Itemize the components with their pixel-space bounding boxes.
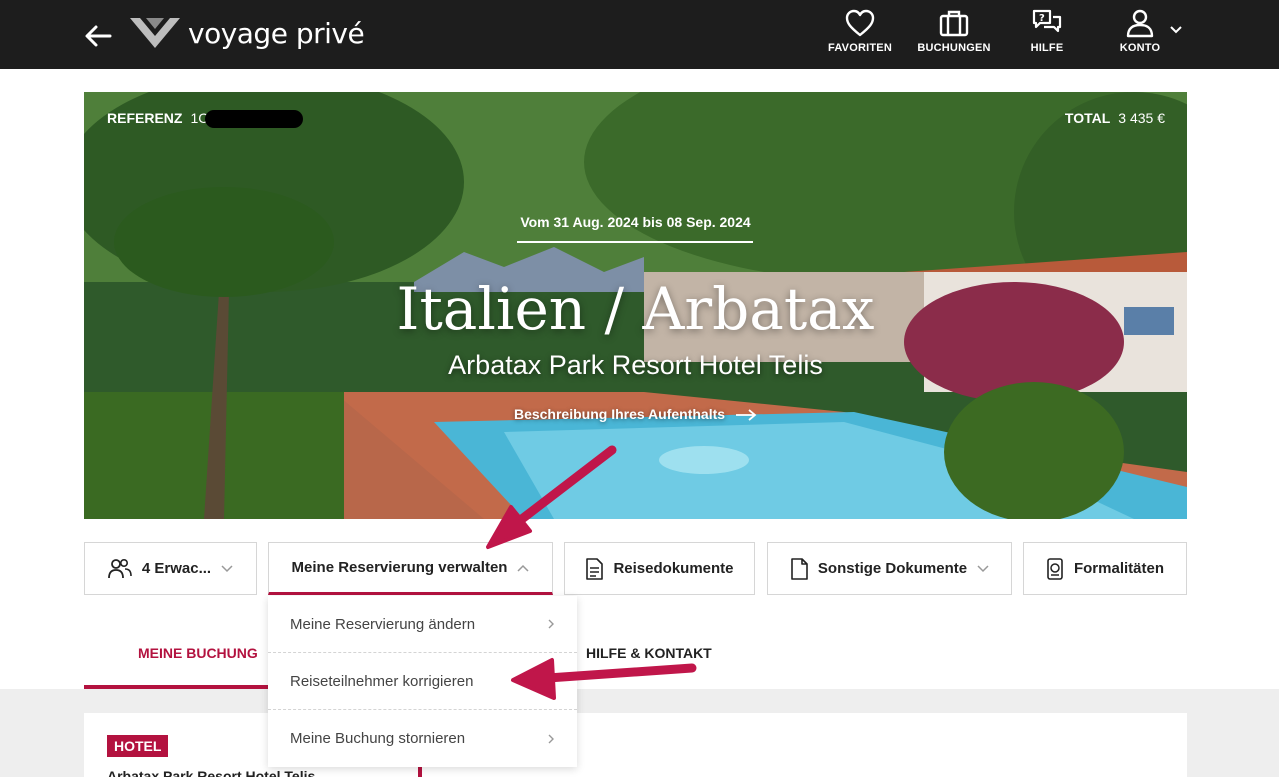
menu-item-change-reservation[interactable]: Meine Reservierung ändern	[268, 596, 577, 653]
hotel-name: Arbatax Park Resort Hotel Telis	[448, 350, 823, 380]
suitcase-icon	[939, 10, 969, 37]
nav-hilfe-label: HILFE	[1030, 42, 1064, 54]
menu-item-label: Reiseteilnehmer korrigieren	[290, 672, 474, 690]
nav-buchungen[interactable]: BUCHUNGEN	[909, 8, 999, 54]
card-hotel-title: Arbatax Park Resort Hotel Telis	[107, 768, 316, 777]
heart-icon	[845, 9, 875, 37]
logo-mark-icon	[130, 18, 180, 48]
reference-label: REFERENZ	[107, 110, 183, 126]
redaction-mask	[205, 110, 304, 129]
chevron-right-icon	[548, 734, 554, 743]
svg-text:?: ?	[1039, 13, 1045, 24]
other-documents-label: Sonstige Dokumente	[817, 560, 968, 577]
nav-buchungen-label: BUCHUNGEN	[917, 42, 991, 54]
total-label: TOTAL	[1064, 110, 1111, 126]
help-chat-icon: ?	[1032, 9, 1062, 33]
hero-banner: REFERENZ 1C TOTAL 3 435 € Vom 31 Aug. 2024…	[84, 92, 1187, 519]
tab-meine-buchung[interactable]: MEINE BUCHUNG	[138, 645, 258, 661]
chevron-down-icon[interactable]	[1169, 24, 1183, 36]
hotel-badge: HOTEL	[107, 735, 169, 757]
total-price: TOTAL 3 435 €	[1065, 110, 1165, 126]
menu-item-correct-travellers[interactable]: Reiseteilnehmer korrigieren	[268, 653, 577, 710]
nav-konto-label: KONTO	[1119, 42, 1161, 54]
user-icon	[1126, 9, 1154, 38]
chevron-up-icon	[517, 564, 529, 572]
formalities-button[interactable]: Formalitäten	[1023, 542, 1187, 595]
manage-reservation-menu: Meine Reservierung ändern Reiseteilnehme…	[268, 596, 577, 767]
travel-documents-button[interactable]: Reisedokumente	[564, 542, 755, 595]
logo-text: voyage privé	[188, 16, 365, 50]
file-icon	[791, 557, 808, 580]
travellers-label: 4 Erwac...	[141, 560, 212, 577]
nav-favoriten[interactable]: FAVORITEN	[815, 8, 905, 54]
stay-description-label: Beschreibung Ihres Aufenthalts	[513, 406, 726, 422]
travel-documents-label: Reisedokumente	[613, 560, 734, 577]
total-value: 3 435 €	[1118, 110, 1165, 126]
document-icon	[586, 557, 604, 580]
chevron-right-icon	[548, 619, 554, 629]
manage-reservation-dropdown[interactable]: Meine Reservierung verwalten	[268, 542, 553, 595]
other-documents-dropdown[interactable]: Sonstige Dokumente	[767, 542, 1012, 595]
passport-icon	[1047, 557, 1063, 580]
card-divider	[418, 767, 422, 777]
voyage-prive-logo[interactable]: voyage privé	[128, 16, 365, 50]
chevron-down-icon	[977, 564, 989, 572]
stay-description-link[interactable]: Beschreibung Ihres Aufenthalts	[84, 406, 1187, 422]
dates-divider	[517, 241, 753, 243]
menu-item-cancel-booking[interactable]: Meine Buchung stornieren	[268, 710, 577, 767]
tab-hilfe-kontakt[interactable]: HILFE & KONTAKT	[586, 645, 712, 661]
destination-title: Italien / Arbatax	[396, 275, 875, 343]
arrow-right-icon	[736, 409, 757, 421]
travellers-dropdown[interactable]: 4 Erwac...	[84, 542, 257, 595]
stay-dates: Vom 31 Aug. 2024 bis 08 Sep. 2024	[520, 214, 751, 230]
chevron-down-icon	[221, 564, 233, 572]
menu-item-label: Meine Reservierung ändern	[290, 615, 476, 633]
nav-favoriten-label: FAVORITEN	[828, 42, 892, 54]
top-navigation-bar: voyage privé FAVORITEN BUCHUNGEN ? HILFE…	[0, 0, 1279, 69]
people-icon	[107, 558, 132, 578]
formalities-label: Formalitäten	[1073, 560, 1164, 577]
back-arrow-icon[interactable]	[84, 24, 112, 48]
manage-reservation-label: Meine Reservierung verwalten	[291, 559, 508, 576]
nav-hilfe[interactable]: ? HILFE	[1002, 8, 1092, 54]
reference: REFERENZ 1C	[107, 110, 304, 129]
menu-item-label: Meine Buchung stornieren	[290, 730, 466, 747]
